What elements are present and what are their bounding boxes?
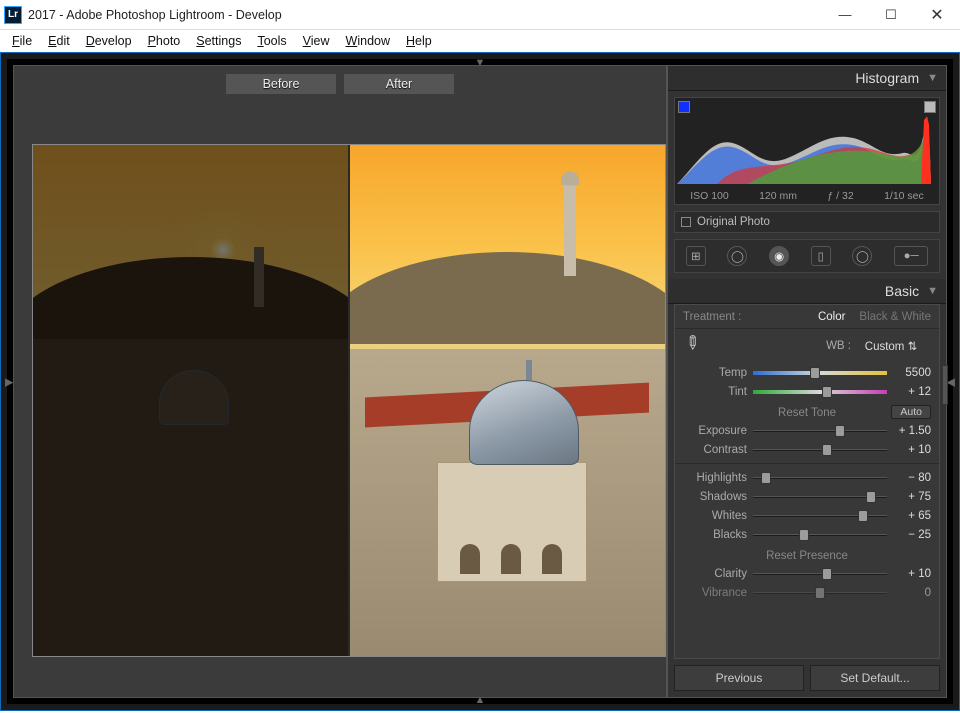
set-default-button[interactable]: Set Default... xyxy=(810,665,940,691)
histo-shutter: 1/10 sec xyxy=(884,190,924,202)
reset-presence[interactable]: Reset Presence xyxy=(766,550,848,562)
right-panel-stack: Histogram ▼ ISO 100 120 mm ƒ / 32 1/10 xyxy=(667,65,947,698)
menu-photo[interactable]: Photo xyxy=(148,34,181,48)
tint-slider[interactable] xyxy=(753,386,887,398)
menu-edit[interactable]: Edit xyxy=(48,34,70,48)
blacks-slider[interactable] xyxy=(753,529,887,541)
presence-subhead: Reset Presence xyxy=(675,544,939,564)
adjustment-brush-tool[interactable]: ●─ xyxy=(894,246,928,266)
tone-subhead: Reset Tone Auto xyxy=(675,401,939,421)
clarity-label: Clarity xyxy=(683,568,753,580)
blacks-label: Blacks xyxy=(683,529,753,541)
highlights-label: Highlights xyxy=(683,472,753,484)
menu-file[interactable]: File xyxy=(12,34,32,48)
whites-value[interactable]: + 65 xyxy=(887,510,931,522)
wb-preset-dropdown[interactable]: Custom ⇅ xyxy=(851,339,931,353)
highlights-value[interactable]: − 80 xyxy=(887,472,931,484)
eyedropper-icon[interactable]: ✎ xyxy=(678,330,709,361)
temp-slider-row: Temp 5500 xyxy=(675,363,939,382)
shadows-value[interactable]: + 75 xyxy=(887,491,931,503)
checkbox-icon xyxy=(681,217,691,227)
histogram-title: Histogram xyxy=(855,70,919,86)
panel-scrollbar[interactable] xyxy=(942,365,948,405)
menu-help[interactable]: Help xyxy=(406,34,432,48)
wb-label: WB : xyxy=(705,340,851,352)
blacks-value[interactable]: − 25 xyxy=(887,529,931,541)
basic-panel-header[interactable]: Basic ▼ xyxy=(668,279,946,304)
white-balance-row: ✎ WB : Custom ⇅ xyxy=(675,329,939,363)
shadows-slider[interactable] xyxy=(753,491,887,503)
before-label: Before xyxy=(226,74,336,94)
histo-aperture: ƒ / 32 xyxy=(827,190,853,202)
menu-tools[interactable]: Tools xyxy=(257,34,286,48)
develop-canvas[interactable]: Before After xyxy=(13,65,667,698)
window-titlebar: Lr 2017 - Adobe Photoshop Lightroom - De… xyxy=(0,0,960,30)
local-adjustment-toolstrip: ⊞ ◯ ◉ ▯ ◯ ●─ xyxy=(674,239,940,273)
window-title: 2017 - Adobe Photoshop Lightroom - Devel… xyxy=(28,8,822,22)
app-frame: ▼ ▲ ▶ ◀ Before After xyxy=(0,52,960,711)
exposure-label: Exposure xyxy=(683,425,753,437)
after-image xyxy=(349,145,665,656)
compare-divider[interactable] xyxy=(348,145,350,656)
treatment-label: Treatment : xyxy=(683,311,741,323)
histo-focal: 120 mm xyxy=(759,190,797,202)
spot-removal-tool[interactable]: ◯ xyxy=(727,246,747,266)
vibrance-label: Vibrance xyxy=(683,587,753,599)
after-label: After xyxy=(344,74,454,94)
exposure-slider[interactable] xyxy=(753,425,887,437)
menu-bar: File Edit Develop Photo Settings Tools V… xyxy=(0,30,960,52)
vibrance-slider[interactable] xyxy=(753,587,887,599)
vibrance-value[interactable]: 0 xyxy=(887,587,931,599)
panel-footer: Previous Set Default... xyxy=(668,659,946,697)
contrast-value[interactable]: + 10 xyxy=(887,444,931,456)
menu-view[interactable]: View xyxy=(303,34,330,48)
close-button[interactable]: ✕ xyxy=(914,0,960,30)
redeye-tool[interactable]: ◉ xyxy=(769,246,789,266)
temp-label: Temp xyxy=(683,367,753,379)
clarity-slider[interactable] xyxy=(753,568,887,580)
radial-filter-tool[interactable]: ◯ xyxy=(852,246,872,266)
menu-settings[interactable]: Settings xyxy=(196,34,241,48)
treatment-row: Treatment : Color Black & White xyxy=(675,305,939,329)
exposure-value[interactable]: + 1.50 xyxy=(887,425,931,437)
contrast-label: Contrast xyxy=(683,444,753,456)
chevron-down-icon: ▼ xyxy=(927,285,938,297)
histogram-graph[interactable]: ISO 100 120 mm ƒ / 32 1/10 sec xyxy=(674,97,940,205)
histo-iso: ISO 100 xyxy=(690,190,729,202)
temp-value[interactable]: 5500 xyxy=(887,367,931,379)
contrast-slider[interactable] xyxy=(753,444,887,456)
basic-panel: Treatment : Color Black & White ✎ WB : C… xyxy=(674,304,940,659)
menu-develop[interactable]: Develop xyxy=(86,34,132,48)
original-photo-label: Original Photo xyxy=(697,216,770,228)
tint-value[interactable]: + 12 xyxy=(887,386,931,398)
tint-slider-row: Tint + 12 xyxy=(675,382,939,401)
whites-label: Whites xyxy=(683,510,753,522)
app-icon: Lr xyxy=(4,6,22,24)
treatment-bw[interactable]: Black & White xyxy=(859,311,931,323)
whites-slider[interactable] xyxy=(753,510,887,522)
highlights-slider[interactable] xyxy=(753,472,887,484)
crop-tool[interactable]: ⊞ xyxy=(686,246,706,266)
original-photo-toggle[interactable]: Original Photo xyxy=(674,211,940,233)
previous-button[interactable]: Previous xyxy=(674,665,804,691)
maximize-button[interactable]: ☐ xyxy=(868,0,914,30)
reset-tone[interactable]: Reset Tone xyxy=(778,407,836,419)
photo-compare[interactable] xyxy=(32,144,666,657)
temp-slider[interactable] xyxy=(753,367,887,379)
clarity-value[interactable]: + 10 xyxy=(887,568,931,580)
minimize-button[interactable]: — xyxy=(822,0,868,30)
histogram-svg xyxy=(677,112,937,184)
shadows-label: Shadows xyxy=(683,491,753,503)
before-image xyxy=(33,145,349,656)
auto-tone-button[interactable]: Auto xyxy=(891,405,931,419)
histogram-panel-header[interactable]: Histogram ▼ xyxy=(668,66,946,91)
basic-title: Basic xyxy=(885,283,919,299)
treatment-color[interactable]: Color xyxy=(818,311,845,323)
menu-window[interactable]: Window xyxy=(346,34,390,48)
graduated-filter-tool[interactable]: ▯ xyxy=(811,246,831,266)
chevron-down-icon: ▼ xyxy=(927,72,938,84)
tint-label: Tint xyxy=(683,386,753,398)
